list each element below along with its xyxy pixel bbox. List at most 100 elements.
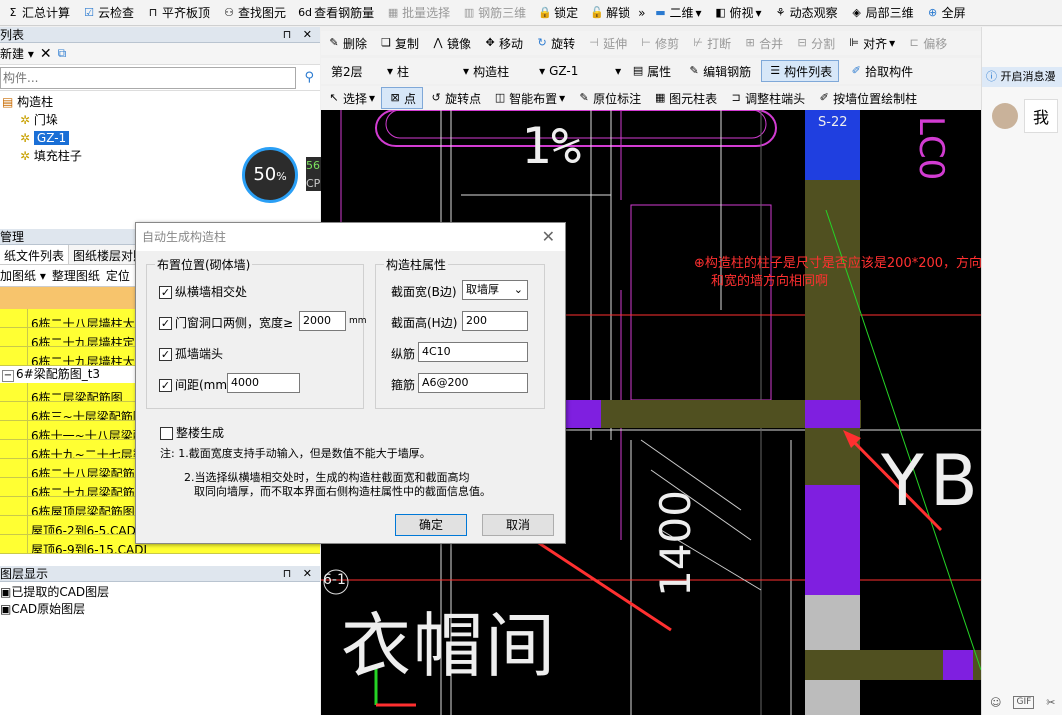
tab-file-list[interactable]: 纸文件列表 xyxy=(0,245,70,264)
cad-outline xyxy=(630,204,772,401)
offset-button[interactable]: ⊏ 偏移 xyxy=(901,32,953,54)
cad-label-yb: YB xyxy=(881,440,981,522)
scissors-icon[interactable]: ✂ xyxy=(1046,696,1055,709)
close-icon[interactable]: ✕ xyxy=(542,227,555,246)
layer-item[interactable]: ▣已提取的CAD图层 xyxy=(0,583,320,600)
cube-icon: ◧ xyxy=(715,5,726,19)
annotation-line1: ⊕构造柱的柱子是尺寸是否应该是200*200，方向为 xyxy=(694,256,981,271)
opt-wall-end[interactable]: ✓ 孤墙端头 xyxy=(159,345,223,362)
dynamic-view-button[interactable]: ⚘ 动态观察 xyxy=(768,2,844,24)
ok-button[interactable]: 确定 xyxy=(395,514,467,536)
sum-button[interactable]: Σ 汇总计算 xyxy=(0,2,76,24)
view-rebar-button[interactable]: 6d 查看钢筋量 xyxy=(292,2,380,24)
rotate-point-button[interactable]: ↺ 旋转点 xyxy=(423,87,487,109)
select-button[interactable]: ↖ 选择 ▾ xyxy=(321,87,381,109)
copy-button[interactable]: ❏ 复制 xyxy=(373,32,425,54)
extend-button[interactable]: ⊣ 延伸 xyxy=(581,32,633,54)
gear-icon: ✲ xyxy=(20,113,31,127)
delete-button[interactable]: ✎ 删除 xyxy=(321,32,373,54)
locate-button[interactable]: 定位 xyxy=(106,267,130,284)
floor-select[interactable]: 第2层 xyxy=(321,63,383,80)
pick-icon: ✐ xyxy=(851,64,861,77)
smart-layout-button[interactable]: ◫ 智能布置 ▾ xyxy=(487,87,571,109)
component-list-button[interactable]: ☰ 构件列表 xyxy=(761,60,840,82)
opt-spacing[interactable]: ✓ 间距(mm) xyxy=(159,376,232,393)
cloud-check-button[interactable]: ☑ 云检查 xyxy=(76,2,140,24)
drawing-name: 屋顶6-2到6-5.CADI xyxy=(31,524,140,535)
tree-item-men[interactable]: ✲ 门垛 xyxy=(2,111,320,129)
panel-controls[interactable]: ⊓ ✕ xyxy=(283,27,320,42)
trim-button[interactable]: ⊢ 修剪 xyxy=(633,32,685,54)
point-button[interactable]: ⊠ 点 xyxy=(381,87,424,109)
align-slab-button[interactable]: ⊓ 平齐板顶 xyxy=(140,2,216,24)
find-element-button[interactable]: ⚇ 查找图元 xyxy=(216,2,292,24)
spacing-input[interactable]: 4000 xyxy=(227,373,300,393)
cad-room-text: 衣帽间 xyxy=(341,605,557,687)
search-icon[interactable]: ⚲ xyxy=(304,70,314,85)
cursor-icon: ↖ xyxy=(329,91,339,104)
layer-item[interactable]: ▣CAD原始图层 xyxy=(0,600,320,617)
drawing-name: 6栋十九~二十七层梁 xyxy=(31,448,145,459)
opt-door-window[interactable]: ✓ 门窗洞口两侧，宽度≥ xyxy=(159,314,293,331)
auto-generate-dialog: 自动生成构造柱 ✕ 布置位置(砌体墙) ✓ 纵横墙相交处 ✓ 门窗洞口两侧，宽度≥ … xyxy=(135,222,566,544)
chat-notice[interactable]: ⓘ 开启消息漫 xyxy=(982,67,1062,87)
annotation-text: ⊕构造柱的柱子是尺寸是否应该是200*200，方向为 和宽的墙方向相同啊 xyxy=(694,255,981,291)
width-select[interactable]: 取墙厚 ⌄ xyxy=(462,280,528,300)
pick-component-button[interactable]: ✐ 拾取构件 xyxy=(843,60,919,82)
top-view-button[interactable]: ◧ 俯视 ▾ xyxy=(708,2,768,24)
cad-label-61: 6-1 xyxy=(323,572,346,588)
long-rebar-input[interactable]: 4C10 xyxy=(418,342,528,362)
tree-item-gz1[interactable]: ✲ GZ-1 xyxy=(2,129,320,147)
edit-rebar-button[interactable]: ✎ 编辑钢筋 xyxy=(681,60,757,82)
local-3d-button[interactable]: ◈ 局部三维 xyxy=(844,2,920,24)
unlock-button[interactable]: 🔓 解锁 xyxy=(584,2,636,24)
square-icon: ▬ xyxy=(655,5,666,19)
crosshair-icon: ⊕ xyxy=(694,256,705,271)
rebar-3d-button[interactable]: ▥ 钢筋三维 xyxy=(456,2,532,24)
properties-button[interactable]: ▤ 属性 xyxy=(625,60,677,82)
merge-button[interactable]: ⊞ 合并 xyxy=(737,32,789,54)
door-width-input[interactable]: 2000 xyxy=(299,311,346,331)
move-button[interactable]: ✥ 移动 xyxy=(477,32,529,54)
cad-label-lc: LC0 xyxy=(911,116,951,181)
folder-icon: ▤ xyxy=(2,95,14,109)
tree-root[interactable]: ▤ 构造柱 xyxy=(2,93,320,111)
draw-by-wall-button[interactable]: ✐ 按墙位置绘制柱 xyxy=(811,87,923,109)
table-icon: ▦ xyxy=(654,91,666,104)
split-button[interactable]: ⊟ 分割 xyxy=(789,32,841,54)
organize-button[interactable]: 整理图纸 xyxy=(52,267,100,284)
opt-cross-wall[interactable]: ✓ 纵横墙相交处 xyxy=(159,283,247,300)
in-place-label-button[interactable]: ✎ 原位标注 xyxy=(571,87,647,109)
align-button[interactable]: ⊫ 对齐 ▾ xyxy=(841,32,901,54)
panel-controls[interactable]: ⊓ ✕ xyxy=(283,566,320,581)
stirrup-label: 箍筋 xyxy=(391,378,416,392)
copy-icon[interactable]: ⧉ xyxy=(58,46,67,61)
stirrup-input[interactable]: A6@200 xyxy=(418,373,528,393)
gif-button[interactable]: GIF xyxy=(1013,696,1035,709)
component-select[interactable]: GZ-1 xyxy=(549,64,611,78)
column-table-button[interactable]: ▦ 图元柱表 xyxy=(647,87,723,109)
door-width-unit: mm xyxy=(349,316,367,326)
height-input[interactable]: 200 xyxy=(462,311,528,331)
subtype-select[interactable]: 构造柱 xyxy=(473,63,535,80)
rotate-button[interactable]: ↻ 旋转 xyxy=(529,32,581,54)
cad-dim-text: 1400 xyxy=(651,490,700,597)
mirror-button[interactable]: ⋀ 镜像 xyxy=(425,32,477,54)
column-purple xyxy=(805,400,860,428)
fullscreen-button[interactable]: ⊕ 全屏 xyxy=(920,2,972,24)
break-button[interactable]: ⊬ 打断 xyxy=(685,32,737,54)
opt-whole-building[interactable]: 整楼生成 xyxy=(160,424,224,441)
emoji-icon[interactable]: ☺ xyxy=(990,696,1001,709)
search-input[interactable] xyxy=(0,66,296,89)
more-chevron[interactable]: » xyxy=(636,2,647,24)
adjust-end-button[interactable]: ⊐ 调整柱端头 xyxy=(723,87,811,109)
view-2d-button[interactable]: ▬ 二维 ▾ xyxy=(647,2,707,24)
batch-select-button[interactable]: ▦ 批量选择 xyxy=(380,2,456,24)
delete-icon[interactable]: ✕ xyxy=(40,46,52,62)
cancel-button[interactable]: 取消 xyxy=(482,514,554,536)
layer-panel-title: 图层显示 ⊓ ✕ xyxy=(0,566,320,582)
lock-button[interactable]: 🔒 锁定 xyxy=(532,2,584,24)
new-button[interactable]: 新建 ▾ xyxy=(0,45,34,62)
type-select[interactable]: 柱 xyxy=(397,63,459,80)
add-drawing-button[interactable]: 加图纸 ▾ xyxy=(0,267,46,284)
